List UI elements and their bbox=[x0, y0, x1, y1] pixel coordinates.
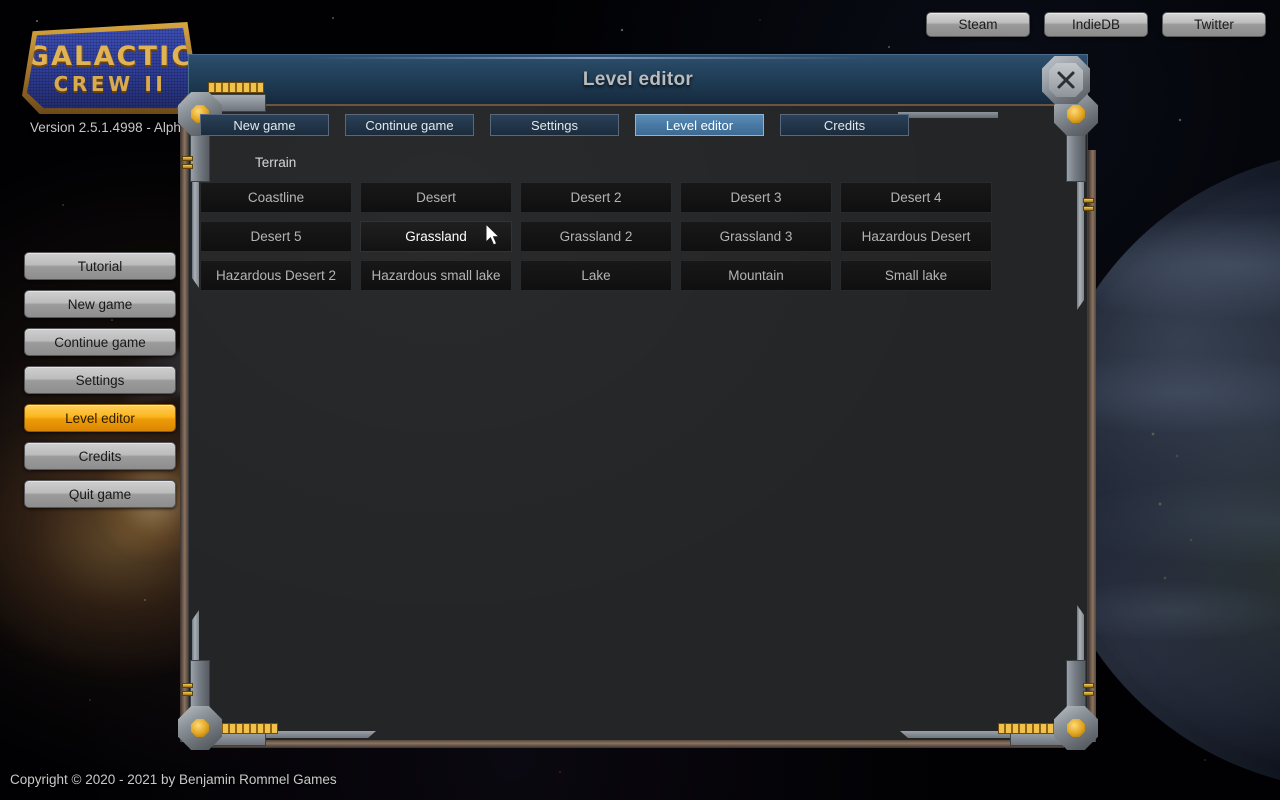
tab-settings[interactable]: Settings bbox=[490, 114, 619, 136]
terrain-list: Coastline Desert Desert 2 Desert 3 Deser… bbox=[200, 182, 1076, 291]
frame-bevel-right-upper bbox=[1077, 160, 1084, 310]
frame-gold-tick-bottom-right-b bbox=[1083, 691, 1094, 696]
version-label: Version 2.5.1.4998 - Alpha bbox=[30, 120, 189, 135]
terrain-option-desert-4[interactable]: Desert 4 bbox=[840, 182, 992, 213]
logo-title-line-2: CREW II bbox=[53, 71, 167, 96]
dialog-content: New game Continue game Settings Level ed… bbox=[200, 112, 1076, 724]
terrain-option-hazardous-desert[interactable]: Hazardous Desert bbox=[840, 221, 992, 252]
terrain-option-small-lake[interactable]: Small lake bbox=[840, 260, 992, 291]
terrain-section-label: Terrain bbox=[255, 155, 297, 170]
terrain-option-hazardous-small-lake[interactable]: Hazardous small lake bbox=[360, 260, 512, 291]
dialog-tab-bar: New game Continue game Settings Level ed… bbox=[200, 114, 1076, 136]
sidebar-item-tutorial[interactable]: Tutorial bbox=[24, 252, 176, 280]
page-title: Level editor bbox=[582, 68, 694, 90]
frame-gold-tick-left-a bbox=[182, 156, 193, 161]
indiedb-link-button[interactable]: IndieDB bbox=[1044, 12, 1148, 37]
frame-gold-tick-bottom-left-b bbox=[182, 691, 193, 696]
frame-rail-right bbox=[1088, 150, 1096, 742]
frame-gold-tick-right-b bbox=[1083, 206, 1094, 211]
game-screen: GALACTIC CREW II Version 2.5.1.4998 - Al… bbox=[0, 0, 1280, 800]
tab-level-editor[interactable]: Level editor bbox=[635, 114, 764, 136]
frame-gold-tick-left-b bbox=[182, 164, 193, 169]
tab-continue-game[interactable]: Continue game bbox=[345, 114, 474, 136]
tab-new-game[interactable]: New game bbox=[200, 114, 329, 136]
sidebar-item-settings[interactable]: Settings bbox=[24, 366, 176, 394]
external-links-bar: Steam IndieDB Twitter bbox=[926, 12, 1266, 37]
game-logo: GALACTIC CREW II bbox=[22, 22, 198, 114]
terrain-option-lake[interactable]: Lake bbox=[520, 260, 672, 291]
terrain-option-desert-2[interactable]: Desert 2 bbox=[520, 182, 672, 213]
twitter-link-button[interactable]: Twitter bbox=[1162, 12, 1266, 37]
dialog-title-bar: Level editor bbox=[188, 54, 1088, 106]
logo-inner-panel: GALACTIC CREW II bbox=[27, 27, 193, 109]
frame-rail-left bbox=[180, 108, 188, 742]
close-button-face bbox=[1049, 63, 1083, 97]
sidebar-item-quit-game[interactable]: Quit game bbox=[24, 480, 176, 508]
terrain-option-hazardous-desert-2[interactable]: Hazardous Desert 2 bbox=[200, 260, 352, 291]
level-editor-dialog: Level editor New game Continue game Sett… bbox=[178, 50, 1098, 750]
terrain-option-grassland-2[interactable]: Grassland 2 bbox=[520, 221, 672, 252]
sidebar-item-level-editor[interactable]: Level editor bbox=[24, 404, 176, 432]
terrain-option-desert-3[interactable]: Desert 3 bbox=[680, 182, 832, 213]
close-button[interactable] bbox=[1042, 56, 1090, 104]
terrain-option-grassland-3[interactable]: Grassland 3 bbox=[680, 221, 832, 252]
frame-rail-bottom bbox=[212, 740, 1064, 748]
planet-city-lights bbox=[1135, 420, 1225, 630]
terrain-option-desert[interactable]: Desert bbox=[360, 182, 512, 213]
sidebar-item-continue-game[interactable]: Continue game bbox=[24, 328, 176, 356]
close-icon bbox=[1057, 71, 1075, 89]
terrain-option-mountain[interactable]: Mountain bbox=[680, 260, 832, 291]
main-menu-sidebar: Tutorial New game Continue game Settings… bbox=[24, 252, 176, 508]
copyright-label: Copyright © 2020 - 2021 by Benjamin Romm… bbox=[10, 772, 337, 787]
frame-gold-strip-top-left bbox=[208, 82, 264, 93]
logo-title-line-1: GALACTIC bbox=[26, 40, 194, 72]
frame-gold-tick-right-a bbox=[1083, 198, 1094, 203]
terrain-option-coastline[interactable]: Coastline bbox=[200, 182, 352, 213]
sidebar-item-credits[interactable]: Credits bbox=[24, 442, 176, 470]
frame-gold-tick-bottom-right-a bbox=[1083, 683, 1094, 688]
tab-credits[interactable]: Credits bbox=[780, 114, 909, 136]
frame-gold-tick-bottom-left-a bbox=[182, 683, 193, 688]
terrain-option-desert-5[interactable]: Desert 5 bbox=[200, 221, 352, 252]
terrain-option-grassland[interactable]: Grassland bbox=[360, 221, 512, 252]
steam-link-button[interactable]: Steam bbox=[926, 12, 1030, 37]
sidebar-item-new-game[interactable]: New game bbox=[24, 290, 176, 318]
